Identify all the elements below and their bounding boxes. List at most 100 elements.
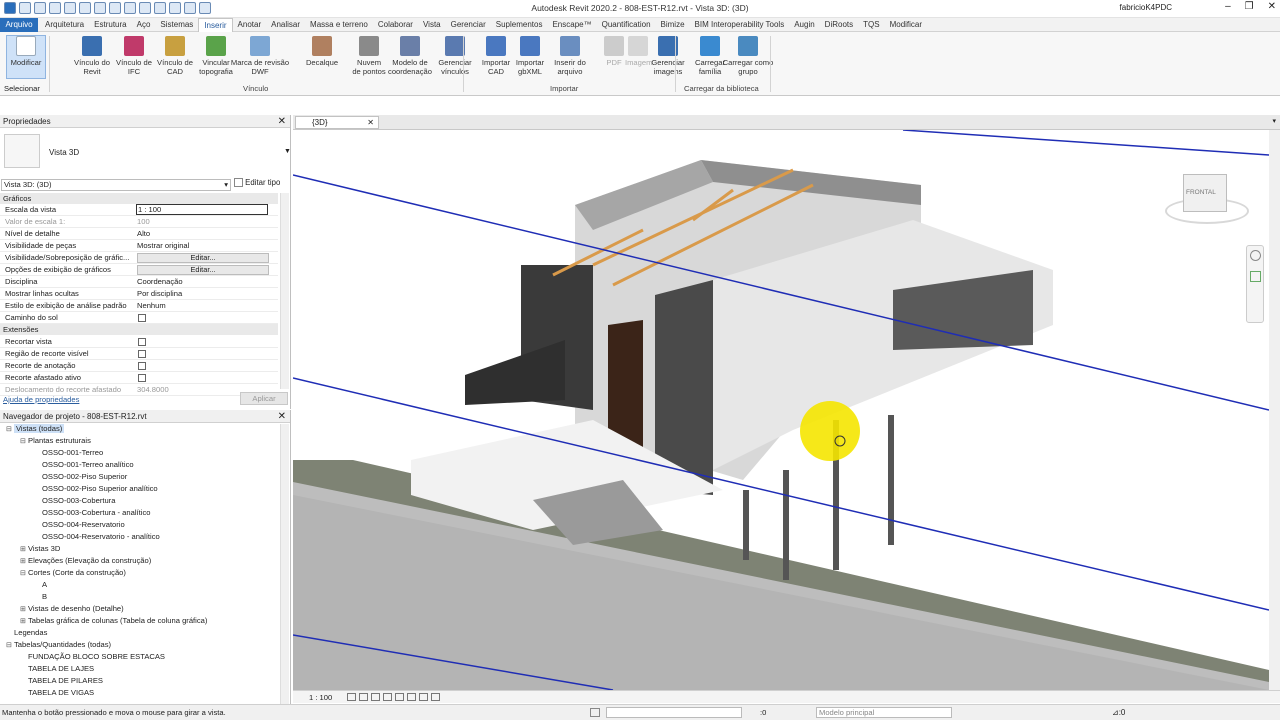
- ribbon-button-8[interactable]: Modelo de coordenação: [387, 36, 433, 76]
- property-row[interactable]: Opções de exibição de gráficos Editar...: [0, 264, 278, 276]
- browser-node[interactable]: OSSO-004-Reservatorio - analítico: [34, 532, 160, 541]
- tab-colaborar[interactable]: Colaborar: [373, 18, 418, 32]
- shadows-icon[interactable]: [383, 693, 392, 701]
- property-value[interactable]: 1 : 100: [136, 204, 268, 215]
- crop-icon[interactable]: [407, 693, 416, 701]
- browser-node[interactable]: TABELA DE VIGAS: [20, 688, 94, 697]
- property-checkbox[interactable]: [138, 362, 146, 370]
- steering-wheel-icon[interactable]: [1249, 250, 1261, 261]
- collapse-icon[interactable]: ⊟: [20, 569, 28, 577]
- ribbon-button-3[interactable]: Vínculo de CAD: [156, 36, 194, 76]
- tab-a-o[interactable]: Aço: [132, 18, 156, 32]
- collapse-icon[interactable]: ⊟: [20, 437, 28, 445]
- property-row[interactable]: Valor de escala 1: 100: [0, 216, 278, 228]
- tab-arquitetura[interactable]: Arquitetura: [40, 18, 89, 32]
- close-tab-icon[interactable]: ✕: [367, 117, 374, 128]
- edit-button[interactable]: Editar...: [137, 265, 269, 275]
- expand-icon[interactable]: ⊞: [20, 605, 28, 613]
- workset-select[interactable]: [606, 707, 742, 718]
- filter-icon[interactable]: ⊿:0: [1112, 708, 1125, 717]
- ribbon-button-1[interactable]: Vínculo do Revit: [72, 36, 112, 76]
- property-value[interactable]: Nenhum: [137, 301, 166, 310]
- browser-node[interactable]: Legendas: [6, 628, 47, 637]
- edit-button[interactable]: Editar...: [137, 253, 269, 263]
- browser-node[interactable]: ⊟ Tabelas/Quantidades (todas): [6, 640, 111, 649]
- browser-node[interactable]: OSSO-003-Cobertura: [34, 496, 115, 505]
- modify-button[interactable]: Modificar: [6, 35, 46, 79]
- tab-sistemas[interactable]: Sistemas: [155, 18, 198, 32]
- browser-node[interactable]: OSSO-004-Reservatorio: [34, 520, 125, 529]
- ribbon-button-2[interactable]: Vínculo de IFC: [115, 36, 153, 76]
- ribbon-button-12[interactable]: Inserir do arquivo: [553, 36, 587, 76]
- restore-icon[interactable]: ❐: [1245, 1, 1254, 12]
- tab-augin[interactable]: Augin: [789, 18, 819, 32]
- browser-node[interactable]: ⊞ Vistas de desenho (Detalhe): [20, 604, 124, 613]
- tab-bim-interoperability-tools[interactable]: BIM Interoperability Tools: [690, 18, 790, 32]
- tab-quantification[interactable]: Quantification: [597, 18, 656, 32]
- tab-massa-e-terreno[interactable]: Massa e terreno: [305, 18, 373, 32]
- view-cube-face[interactable]: FRONTAL: [1183, 174, 1227, 212]
- property-row[interactable]: Região de recorte visível: [0, 348, 278, 360]
- browser-node[interactable]: TABELA DE PILARES: [20, 676, 103, 685]
- sun-path-icon[interactable]: [371, 693, 380, 701]
- apply-button[interactable]: Aplicar: [240, 392, 288, 405]
- tab-anotar[interactable]: Anotar: [233, 18, 267, 32]
- property-checkbox[interactable]: [138, 314, 146, 322]
- design-option-select[interactable]: Modelo principal: [816, 707, 952, 718]
- worksets-icon[interactable]: [590, 708, 600, 717]
- browser-scrollbar[interactable]: [280, 424, 289, 704]
- property-row[interactable]: Recorte afastado ativo: [0, 372, 278, 384]
- browser-node[interactable]: OSSO-002-Piso Superior: [34, 472, 127, 481]
- browser-node[interactable]: ⊟ Vistas (todas): [6, 424, 65, 433]
- properties-section[interactable]: Gráficos: [0, 193, 278, 204]
- view-scale[interactable]: 1 : 100: [309, 693, 332, 702]
- ribbon-button-13[interactable]: PDF: [604, 36, 624, 67]
- properties-help-link[interactable]: Ajuda de propriedades: [3, 395, 79, 404]
- browser-node[interactable]: A: [34, 580, 47, 589]
- property-row[interactable]: Recorte de anotação: [0, 360, 278, 372]
- ribbon-button-17[interactable]: Carregar como grupo: [722, 36, 774, 76]
- select-dropdown[interactable]: Selecionar: [4, 84, 40, 93]
- browser-node[interactable]: ⊞ Vistas 3D: [20, 544, 60, 553]
- close-icon[interactable]: ✕: [278, 115, 286, 128]
- collapse-icon[interactable]: ⊟: [6, 641, 14, 649]
- browser-node[interactable]: FUNDAÇÃO BLOCO SOBRE ESTACAS: [20, 652, 165, 661]
- visual-style-icon[interactable]: [359, 693, 368, 701]
- viewport-scrollbar[interactable]: [1269, 130, 1280, 690]
- browser-node[interactable]: B: [34, 592, 47, 601]
- tab-vista[interactable]: Vista: [418, 18, 446, 32]
- zoom-icon[interactable]: [1249, 271, 1261, 282]
- detail-level-icon[interactable]: [347, 693, 356, 701]
- tab-modificar[interactable]: Modificar: [885, 18, 927, 32]
- collapse-icon[interactable]: ⊟: [6, 425, 14, 433]
- ribbon-button-14[interactable]: Imagem: [625, 36, 652, 67]
- property-row[interactable]: Visibilidade de peças Mostrar original: [0, 240, 278, 252]
- tab-analisar[interactable]: Analisar: [266, 18, 305, 32]
- expand-icon[interactable]: ⊞: [20, 557, 28, 565]
- property-row[interactable]: Recortar vista: [0, 336, 278, 348]
- tab-bimize[interactable]: Bimize: [656, 18, 690, 32]
- close-window-icon[interactable]: ✕: [1268, 1, 1276, 12]
- lock-view-icon[interactable]: [419, 693, 428, 701]
- browser-node[interactable]: OSSO-003-Cobertura - analítico: [34, 508, 150, 517]
- property-value[interactable]: Coordenação: [137, 277, 183, 286]
- ribbon-button-6[interactable]: Decalque: [304, 36, 340, 67]
- property-checkbox[interactable]: [138, 374, 146, 382]
- hide-isolate-icon[interactable]: [431, 693, 440, 701]
- browser-node[interactable]: TABELA DE LAJES: [20, 664, 94, 673]
- browser-node[interactable]: OSSO-002-Piso Superior analítico: [34, 484, 158, 493]
- browser-node[interactable]: ⊟ Plantas estruturais: [20, 436, 91, 445]
- property-value[interactable]: Por disciplina: [137, 289, 182, 298]
- property-row[interactable]: Mostrar linhas ocultas Por disciplina: [0, 288, 278, 300]
- tab-diroots[interactable]: DiRoots: [820, 18, 858, 32]
- property-row[interactable]: Caminho do sol: [0, 312, 278, 324]
- tab-arquivo[interactable]: Arquivo: [0, 17, 38, 32]
- ribbon-button-7[interactable]: Nuvem de pontos: [351, 36, 387, 76]
- tab-inserir[interactable]: Inserir: [198, 17, 233, 32]
- ribbon-button-10[interactable]: Importar CAD: [479, 36, 513, 76]
- ribbon-button-9[interactable]: Gerenciar vínculos: [437, 36, 473, 76]
- browser-node[interactable]: ⊟ Cortes (Corte da construção): [20, 568, 126, 577]
- property-value[interactable]: Alto: [137, 229, 150, 238]
- close-icon[interactable]: ✕: [278, 410, 286, 423]
- tab-gerenciar[interactable]: Gerenciar: [446, 18, 491, 32]
